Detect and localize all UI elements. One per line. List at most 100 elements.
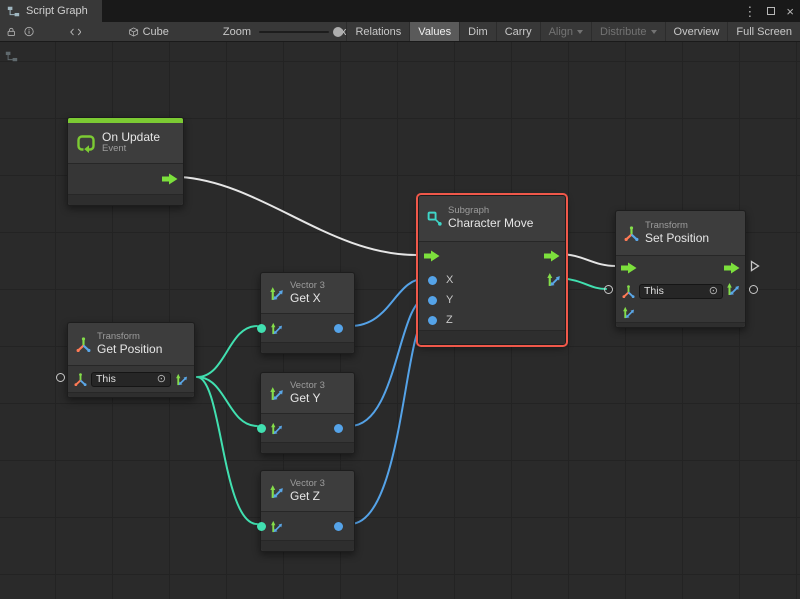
float-output-port[interactable]: [334, 424, 343, 433]
z-input-label: Z: [446, 314, 453, 326]
node-header: Transform Set Position: [616, 211, 745, 255]
node-get-y[interactable]: Vector 3 Get Y: [260, 372, 355, 454]
on-update-loop-icon: [76, 133, 96, 153]
wire-charactermove-to-setposition: [558, 254, 616, 266]
script-graph-icon: [7, 6, 20, 17]
value-output-port[interactable]: [749, 285, 758, 294]
node-header: Vector 3 Get Y: [261, 373, 354, 413]
vector3-output-port[interactable]: [175, 373, 188, 386]
wire-getz-to-charactermove-z: [350, 318, 427, 524]
align-dropdown-button[interactable]: Align: [540, 22, 591, 41]
object-picker-icon[interactable]: ⊙: [709, 286, 718, 297]
control-continuation-port[interactable]: [750, 260, 760, 272]
node-title: Get Z: [290, 490, 325, 504]
zoom-slider-track[interactable]: [259, 31, 329, 33]
transform-icon: [74, 373, 87, 386]
tab-title: Script Graph: [26, 5, 88, 17]
node-header: Transform Get Position: [68, 323, 194, 365]
control-input-port[interactable]: [621, 262, 637, 274]
wire-getx-to-charactermove-x: [350, 278, 427, 326]
lock-icon[interactable]: [7, 26, 16, 38]
vector3-input-port[interactable]: [622, 306, 635, 319]
vector3-icon: [270, 322, 283, 335]
cube-icon: [129, 26, 138, 38]
window-close-icon[interactable]: ×: [786, 5, 794, 18]
values-button[interactable]: Values: [409, 22, 459, 41]
wire-onupdate-to-charactermove: [180, 177, 418, 255]
node-surtitle: Vector 3: [290, 479, 325, 490]
vector3-input-port[interactable]: [257, 324, 266, 333]
info-icon[interactable]: [24, 25, 34, 38]
graph-toolbar: Cube Zoom 1x Relations Values Dim Carry …: [0, 22, 800, 42]
vector3-output-port[interactable]: [726, 282, 740, 296]
node-title: Get Position: [97, 343, 162, 357]
window-menu-icon[interactable]: ⋮: [743, 5, 756, 18]
dim-button[interactable]: Dim: [459, 22, 496, 41]
node-title: On Update: [102, 131, 160, 145]
transform-icon: [624, 226, 639, 241]
vector3-icon: [270, 422, 283, 435]
wire-getposition-to-getx: [197, 326, 257, 377]
target-object-label[interactable]: Cube: [143, 26, 169, 38]
node-get-position[interactable]: Transform Get Position This ⊙: [67, 322, 195, 398]
window-maximize-icon[interactable]: [767, 7, 775, 15]
vector3-icon: [269, 386, 284, 401]
node-footer: [419, 331, 565, 344]
full-screen-button[interactable]: Full Screen: [727, 22, 800, 41]
target-object-field[interactable]: This ⊙: [91, 372, 171, 387]
vector3-input-port[interactable]: [257, 522, 266, 531]
node-on-update[interactable]: On Update Event: [67, 117, 184, 206]
float-output-port[interactable]: [334, 522, 343, 531]
transform-input-port[interactable]: [56, 373, 65, 382]
relations-button[interactable]: Relations: [346, 22, 409, 41]
node-header: Subgraph Character Move: [419, 196, 565, 241]
node-character-move[interactable]: Subgraph Character Move X Y Z: [418, 195, 566, 345]
x-input-port[interactable]: [428, 276, 437, 285]
edit-source-icon[interactable]: [70, 27, 82, 37]
node-surtitle: Vector 3: [290, 281, 325, 292]
chevron-down-icon: [651, 30, 657, 34]
subgraph-icon: [427, 211, 442, 226]
node-get-z[interactable]: Vector 3 Get Z: [260, 470, 355, 552]
zoom-slider-handle[interactable]: [333, 27, 343, 37]
control-output-port[interactable]: [724, 262, 740, 274]
chevron-down-icon: [577, 30, 583, 34]
zoom-slider[interactable]: [259, 26, 329, 38]
vector3-output-port[interactable]: [546, 272, 561, 287]
maximize-glyph: [767, 7, 775, 15]
node-header: Vector 3 Get Z: [261, 471, 354, 511]
vector3-input-port[interactable]: [257, 424, 266, 433]
distribute-dropdown-button[interactable]: Distribute: [591, 22, 664, 41]
node-title: Character Move: [448, 217, 533, 231]
value-input-port[interactable]: [604, 285, 613, 294]
script-graph-window: Script Graph ⋮ × Cube Zoom 1x Relations …: [0, 0, 800, 599]
node-footer: [68, 195, 183, 205]
carry-button[interactable]: Carry: [496, 22, 540, 41]
y-input-port[interactable]: [428, 296, 437, 305]
float-output-port[interactable]: [334, 324, 343, 333]
zoom-label: Zoom: [223, 26, 251, 38]
z-input-port[interactable]: [428, 316, 437, 325]
window-controls: ⋮ ×: [743, 0, 794, 22]
tab-bar: Script Graph ⋮ ×: [0, 0, 800, 22]
node-set-position[interactable]: Transform Set Position This ⊙: [615, 210, 746, 328]
node-get-x[interactable]: Vector 3 Get X: [260, 272, 355, 354]
control-output-port[interactable]: [544, 250, 560, 262]
node-footer: [616, 323, 745, 327]
node-header: Vector 3 Get X: [261, 273, 354, 313]
control-input-port[interactable]: [424, 250, 440, 262]
node-title: Get Y: [290, 392, 325, 406]
vector3-icon: [269, 286, 284, 301]
wire-charactermove-position-to-setposition-value: [560, 278, 606, 289]
tab-script-graph[interactable]: Script Graph: [0, 0, 102, 22]
target-object-field[interactable]: This ⊙: [639, 284, 723, 299]
wire-getposition-to-getz: [197, 377, 257, 524]
node-surtitle: Vector 3: [290, 381, 325, 392]
wire-getposition-to-gety: [197, 377, 257, 426]
overview-button[interactable]: Overview: [665, 22, 728, 41]
object-picker-icon[interactable]: ⊙: [157, 374, 166, 385]
control-output-port[interactable]: [162, 173, 178, 185]
graph-corner-icon: [5, 51, 18, 62]
wire-gety-to-charactermove-y: [350, 298, 427, 426]
graph-canvas[interactable]: On Update Event Subgraph Character Move: [0, 42, 800, 599]
